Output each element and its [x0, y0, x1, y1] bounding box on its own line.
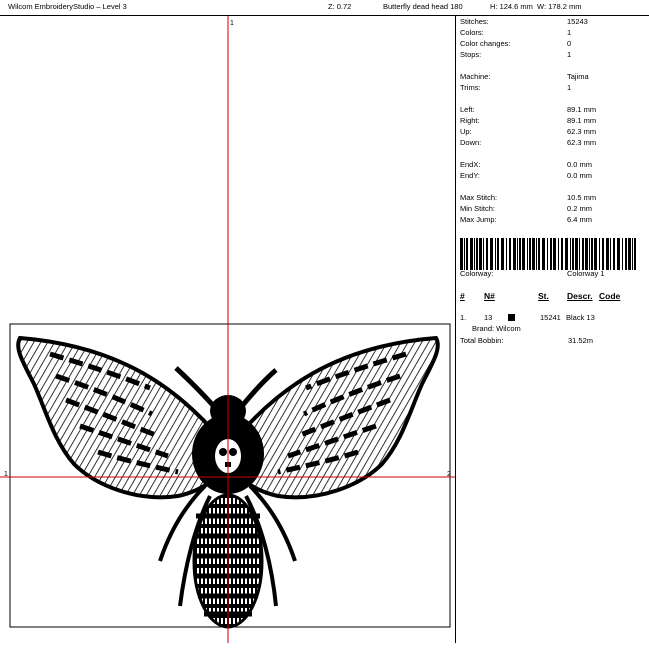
colorway-row: Colorway: Colorway 1 — [460, 269, 605, 278]
stat-endy: EndY: 0.0 mm — [460, 171, 593, 180]
design-canvas[interactable]: 1 1 2 — [0, 16, 455, 643]
design-width: W: 178.2 mm — [537, 2, 582, 11]
col-header-n: N# — [484, 291, 495, 301]
stat-machine: Machine: Tajima — [460, 72, 589, 81]
stat-stops: Stops: 1 — [460, 50, 572, 59]
col-header-index: # — [460, 291, 465, 301]
stat-trims: Trims: 1 — [460, 83, 572, 92]
app-title: Wilcom EmbroideryStudio – Level 3 — [8, 2, 127, 11]
design-height: H: 124.6 mm — [490, 2, 533, 11]
design-info-panel: Stitches: 15243 Colors: 1 Color changes: 0 … — [456, 16, 649, 643]
guide-marker-top: 1 — [230, 20, 234, 27]
row-stitches: 15241 — [540, 313, 561, 322]
zoom-readout: Z: 0.72 — [328, 2, 352, 11]
row-number: 13 — [484, 313, 493, 322]
title-bar: Wilcom EmbroideryStudio – Level 3 Z: 0.7… — [0, 0, 649, 16]
stat-left: Left: 89.1 mm — [460, 105, 597, 114]
stat-stitches: Stitches: 15243 — [460, 17, 588, 26]
color-swatch — [508, 314, 515, 321]
total-bobbin-row: Total Bobbin: 31.52m — [460, 336, 594, 345]
barcode — [460, 238, 636, 270]
stat-endx: EndX: 0.0 mm — [460, 160, 593, 169]
stat-min-stitch: Min Stitch: 0.2 mm — [460, 204, 593, 213]
stat-max-jump: Max Jump: 6.4 mm — [460, 215, 593, 224]
col-header-code: Code — [599, 291, 621, 301]
row-index: 1. — [460, 313, 467, 322]
row-brand: Brand: Wilcom — [472, 324, 521, 333]
stat-color-changes: Color changes: 0 — [460, 39, 572, 48]
col-header-descr: Descr. — [567, 291, 593, 301]
guide-marker-left: 1 — [4, 471, 8, 478]
stat-right: Right: 89.1 mm — [460, 116, 597, 125]
stat-up: Up: 62.3 mm — [460, 127, 597, 136]
stat-max-stitch: Max Stitch: 10.5 mm — [460, 193, 597, 202]
design-name: Butterfly dead head 180 — [383, 2, 463, 11]
design-preview: 1 1 2 — [0, 16, 455, 643]
stat-down: Down: 62.3 mm — [460, 138, 597, 147]
row-descr: Black 13 — [566, 313, 595, 322]
guide-marker-right: 2 — [447, 471, 451, 478]
stat-colors: Colors: 1 — [460, 28, 572, 37]
col-header-stitches: St. — [538, 291, 549, 301]
